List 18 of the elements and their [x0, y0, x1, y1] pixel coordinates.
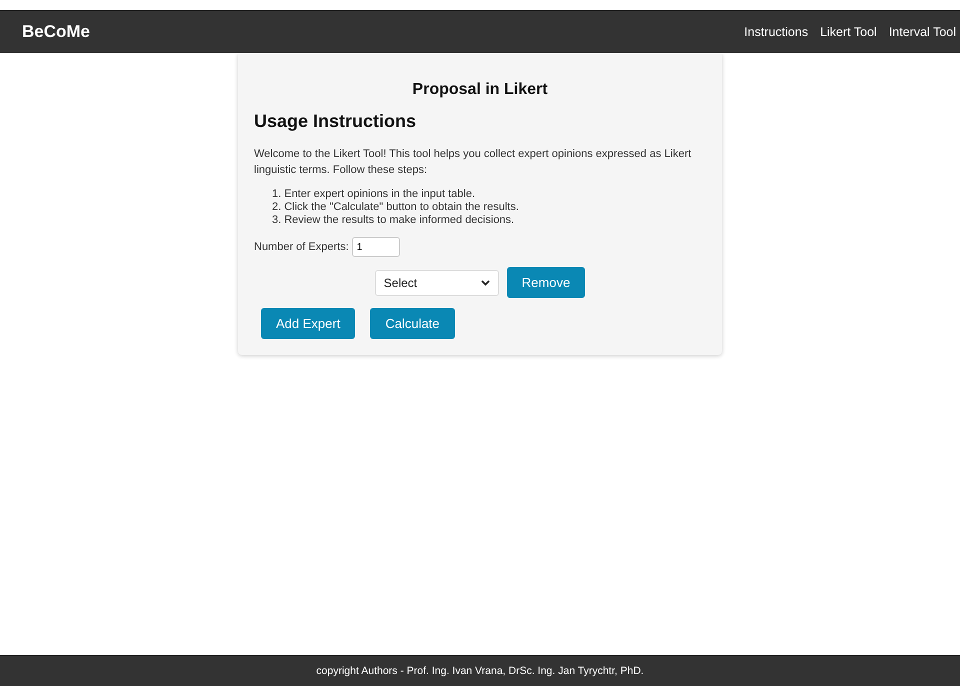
- nav-link[interactable]: Likert Tool: [820, 25, 877, 39]
- step-item: 3. Review the results to make informed decisions.: [272, 214, 516, 227]
- experts-label: Number of Experts:: [254, 241, 349, 253]
- remove-button[interactable]: Remove: [506, 267, 586, 298]
- section-heading: Usage Instructions: [254, 111, 418, 132]
- step-item: 2. Click the "Calculate" button to obtain the results.: [272, 201, 520, 214]
- action-button[interactable]: Add Expert: [261, 308, 356, 339]
- copyright-text: copyright Authors - Prof. Ing. Ivan Vrana, DrSc. Ing. Jan Tyrychtr, PhD.: [316, 665, 644, 677]
- brand-logo[interactable]: BeCoMe: [22, 22, 90, 42]
- step-item: 1. Enter expert opinions in the input table.: [272, 188, 476, 201]
- experts-input[interactable]: 1: [352, 237, 400, 257]
- nav-link[interactable]: Instructions: [744, 25, 808, 39]
- nav-link[interactable]: Interval Tool: [888, 25, 956, 39]
- select-dropdown[interactable]: Select: [374, 270, 499, 296]
- action-button[interactable]: Calculate: [370, 308, 455, 339]
- card-title: Proposal in Likert: [411, 81, 549, 99]
- intro-paragraph: Welcome to the Likert Tool! This tool helps you collect expert opinions expressed as Likert linguistic terms. Follow these steps:: [254, 147, 692, 178]
- chevron-icon: [480, 280, 490, 286]
